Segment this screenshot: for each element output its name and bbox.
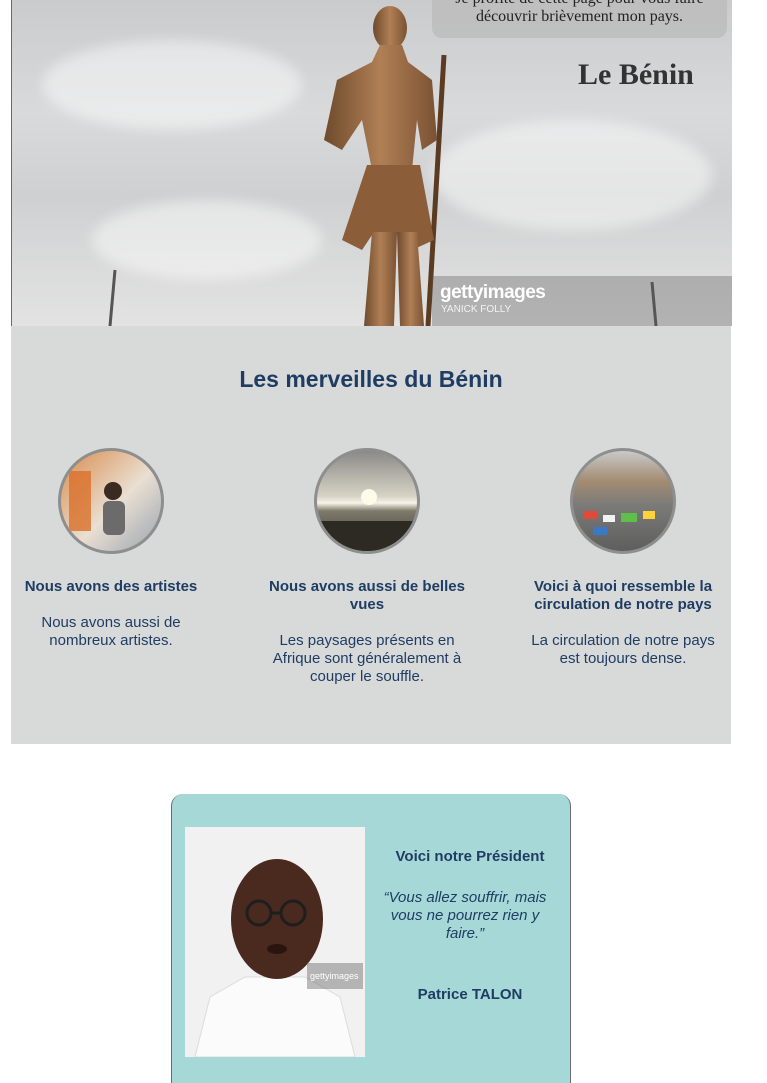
card-text: Les paysages présents en Afrique sont gé… bbox=[272, 632, 462, 685]
president-photo: gettyimages bbox=[185, 827, 365, 1057]
wonder-card-artists: Nous avons des artistes Nous avons aussi… bbox=[11, 448, 211, 650]
hero-banner: Je profite de cette page pour vous faire… bbox=[11, 0, 732, 326]
card-text: La circulation de notre pays est toujour… bbox=[531, 632, 715, 667]
watermark-credit: YANICK FOLLY bbox=[441, 304, 512, 315]
president-name: Patrice TALON bbox=[417, 986, 523, 1003]
sunset-photo bbox=[314, 448, 420, 554]
card-text: Nous avons aussi de nombreux artistes. bbox=[41, 614, 181, 649]
photo-watermark: gettyimages bbox=[310, 971, 359, 981]
artist-photo bbox=[58, 448, 164, 554]
card-title: Nous avons des artistes bbox=[24, 578, 198, 595]
president-quote: “Vous allez souffrir, mais vous ne pourr… bbox=[383, 889, 547, 942]
president-portrait-icon: gettyimages bbox=[185, 827, 365, 1057]
artist-figure-icon bbox=[69, 471, 125, 535]
hero-intro-text: Je profite de cette page pour vous faire… bbox=[432, 0, 727, 38]
wonder-card-views: Nous avons aussi de belles vues Les pays… bbox=[267, 448, 467, 686]
president-card: gettyimages Voici notre Président “Vous … bbox=[171, 794, 571, 1083]
watermark-brand: gettyimages bbox=[440, 282, 546, 303]
traffic-vehicles-icon bbox=[583, 511, 655, 535]
president-heading: Voici notre Président bbox=[395, 848, 545, 865]
wonder-card-traffic: Voici à quoi ressemble la circulation de… bbox=[523, 448, 723, 668]
card-title: Nous avons aussi de belles vues bbox=[269, 578, 465, 613]
card-title: Voici à quoi ressemble la circulation de… bbox=[533, 578, 713, 613]
sun-icon bbox=[317, 489, 417, 551]
page-title: Le Bénin bbox=[578, 58, 694, 91]
section-title: Les merveilles du Bénin bbox=[239, 366, 503, 392]
wonders-section: Les merveilles du Bénin Nous avons des a… bbox=[11, 326, 731, 744]
traffic-photo bbox=[570, 448, 676, 554]
